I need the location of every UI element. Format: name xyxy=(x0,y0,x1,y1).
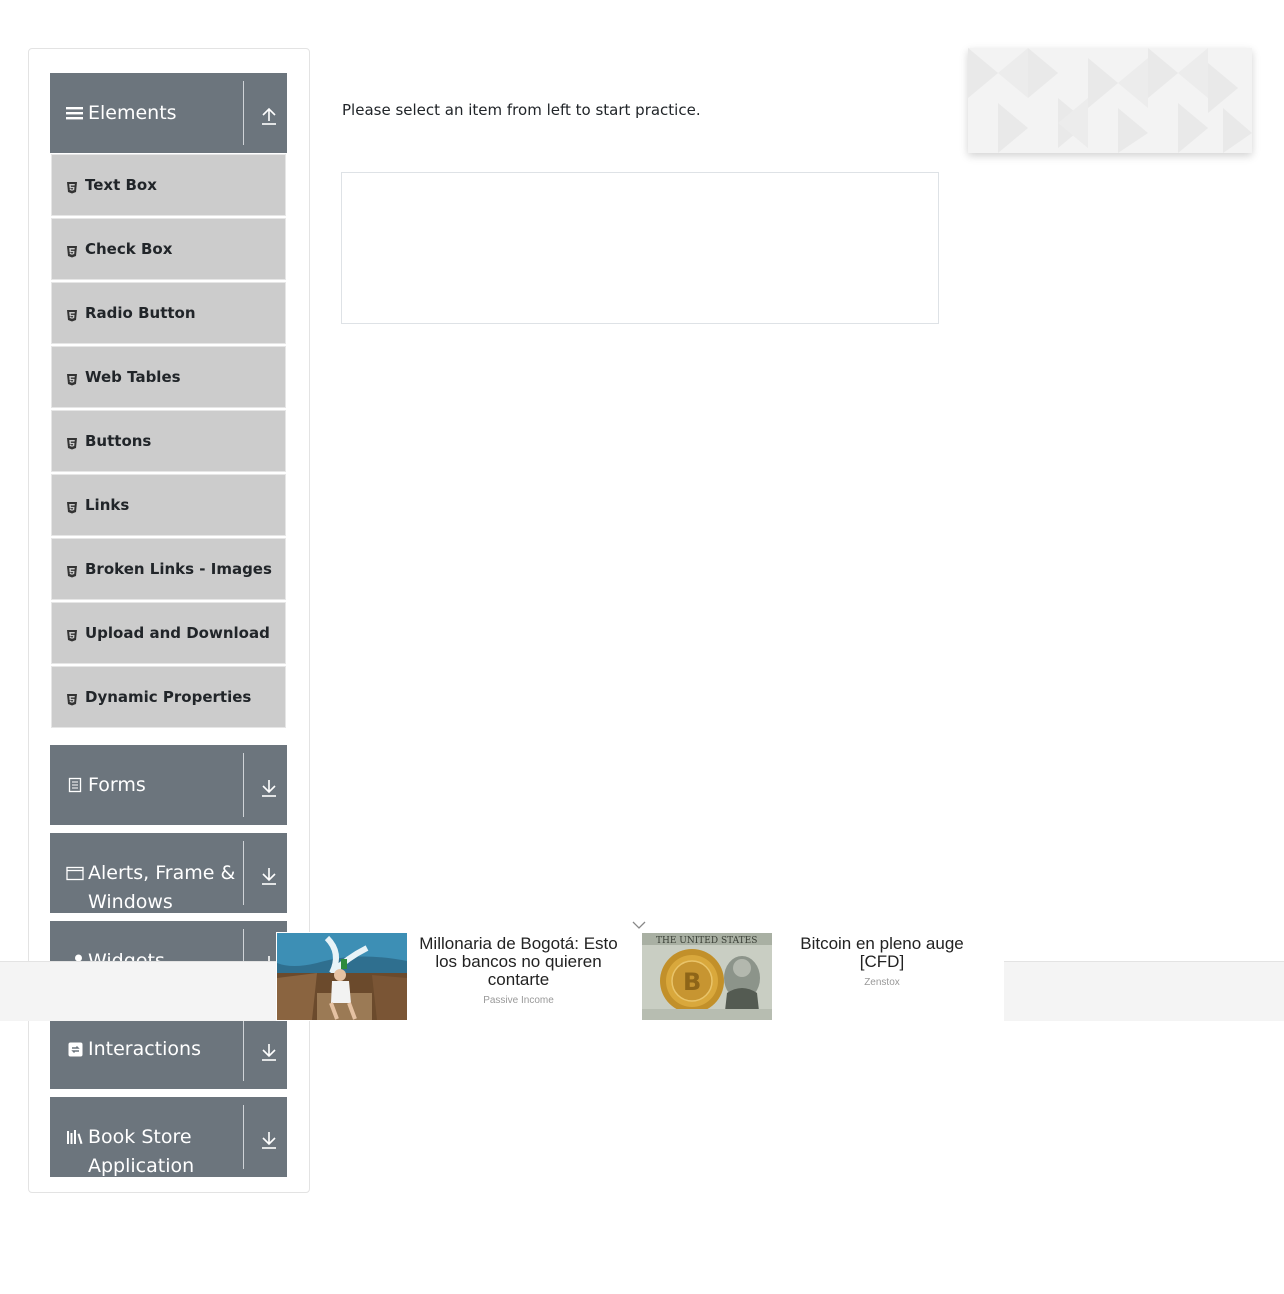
books-icon xyxy=(66,1128,84,1146)
group-header-forms[interactable]: Forms xyxy=(50,745,287,825)
html5-icon xyxy=(66,243,78,258)
ad-text-1[interactable]: Millonaria de Bogotá: Esto los bancos no… xyxy=(410,935,627,1007)
html5-icon xyxy=(66,307,78,322)
divider xyxy=(243,841,244,905)
ad-source: Passive Income xyxy=(483,995,554,1006)
group-title: Elements xyxy=(88,102,177,124)
menu-item-broken-links[interactable]: Broken Links - Images xyxy=(51,538,286,600)
html5-icon xyxy=(66,371,78,386)
menu-item-label: Check Box xyxy=(85,240,173,258)
group-header-interactions[interactable]: Interactions xyxy=(50,1009,287,1089)
divider xyxy=(243,81,244,145)
svg-text:THE UNITED STATES: THE UNITED STATES xyxy=(656,936,757,946)
arrow-down-icon[interactable] xyxy=(258,1129,280,1151)
left-panel: Elements Text Box Check Box Radio Button… xyxy=(28,48,310,1193)
pattern-graphic xyxy=(968,48,1252,153)
arrow-down-icon[interactable] xyxy=(258,865,280,887)
menu-item-dynamic-properties[interactable]: Dynamic Properties xyxy=(51,666,286,728)
html5-icon xyxy=(66,499,78,514)
arrow-down-icon[interactable] xyxy=(258,1041,280,1063)
ad-source: Zenstox xyxy=(864,977,900,988)
group-title: Interactions xyxy=(88,1038,201,1060)
menu-item-label: Web Tables xyxy=(85,368,181,386)
intro-text: Please select an item from left to start… xyxy=(342,101,701,119)
menu-item-label: Radio Button xyxy=(85,304,196,322)
group-header-book-store[interactable]: Book Store Application xyxy=(50,1097,287,1177)
menu-item-links[interactable]: Links xyxy=(51,474,286,536)
menu-item-label: Text Box xyxy=(85,176,157,194)
menu-item-web-tables[interactable]: Web Tables xyxy=(51,346,286,408)
group-title: Forms xyxy=(88,774,146,796)
menu-item-text-box[interactable]: Text Box xyxy=(51,154,286,216)
ad-image-boat[interactable] xyxy=(277,933,407,1020)
menu-item-buttons[interactable]: Buttons xyxy=(51,410,286,472)
html5-icon xyxy=(66,435,78,450)
top-ad-banner[interactable] xyxy=(968,48,1252,153)
arrow-down-icon[interactable] xyxy=(258,777,280,799)
ad-headline[interactable]: Millonaria de Bogotá: Esto los bancos no… xyxy=(410,935,627,989)
html5-icon xyxy=(66,179,78,194)
group-title: Alerts, Frame & Windows xyxy=(88,862,236,913)
bottom-ad: Millonaria de Bogotá: Esto los bancos no… xyxy=(276,918,1004,1021)
divider xyxy=(243,753,244,817)
group-header-elements[interactable]: Elements xyxy=(50,73,287,153)
html5-icon xyxy=(66,627,78,642)
menu-item-check-box[interactable]: Check Box xyxy=(51,218,286,280)
menu-item-label: Upload and Download xyxy=(85,624,270,642)
arrow-up-icon[interactable] xyxy=(258,105,280,127)
menu-item-radio-button[interactable]: Radio Button xyxy=(51,282,286,344)
menu-item-label: Broken Links - Images xyxy=(85,560,272,578)
divider xyxy=(243,1105,244,1169)
divider xyxy=(243,1017,244,1081)
ad-image-bitcoin[interactable]: THE UNITED STATES B xyxy=(642,933,772,1020)
html5-icon xyxy=(66,563,78,578)
menu-item-upload-download[interactable]: Upload and Download xyxy=(51,602,286,664)
content-box xyxy=(341,172,939,324)
hamburger-icon xyxy=(66,104,84,122)
chevron-down-icon[interactable] xyxy=(626,918,652,932)
menu-item-label: Buttons xyxy=(85,432,152,450)
menu-item-label: Links xyxy=(85,496,130,514)
group-header-alerts[interactable]: Alerts, Frame & Windows xyxy=(50,833,287,913)
html5-icon xyxy=(66,691,78,706)
document-icon xyxy=(66,776,84,794)
group-title: Book Store Application xyxy=(88,1126,195,1177)
ad-headline[interactable]: Bitcoin en pleno auge [CFD] xyxy=(786,935,978,971)
interactions-icon xyxy=(66,1040,84,1058)
svg-text:B: B xyxy=(683,968,701,996)
window-icon xyxy=(66,864,84,882)
ad-text-2[interactable]: Bitcoin en pleno auge [CFD] Zenstox xyxy=(786,935,978,989)
menu-item-label: Dynamic Properties xyxy=(85,688,252,706)
